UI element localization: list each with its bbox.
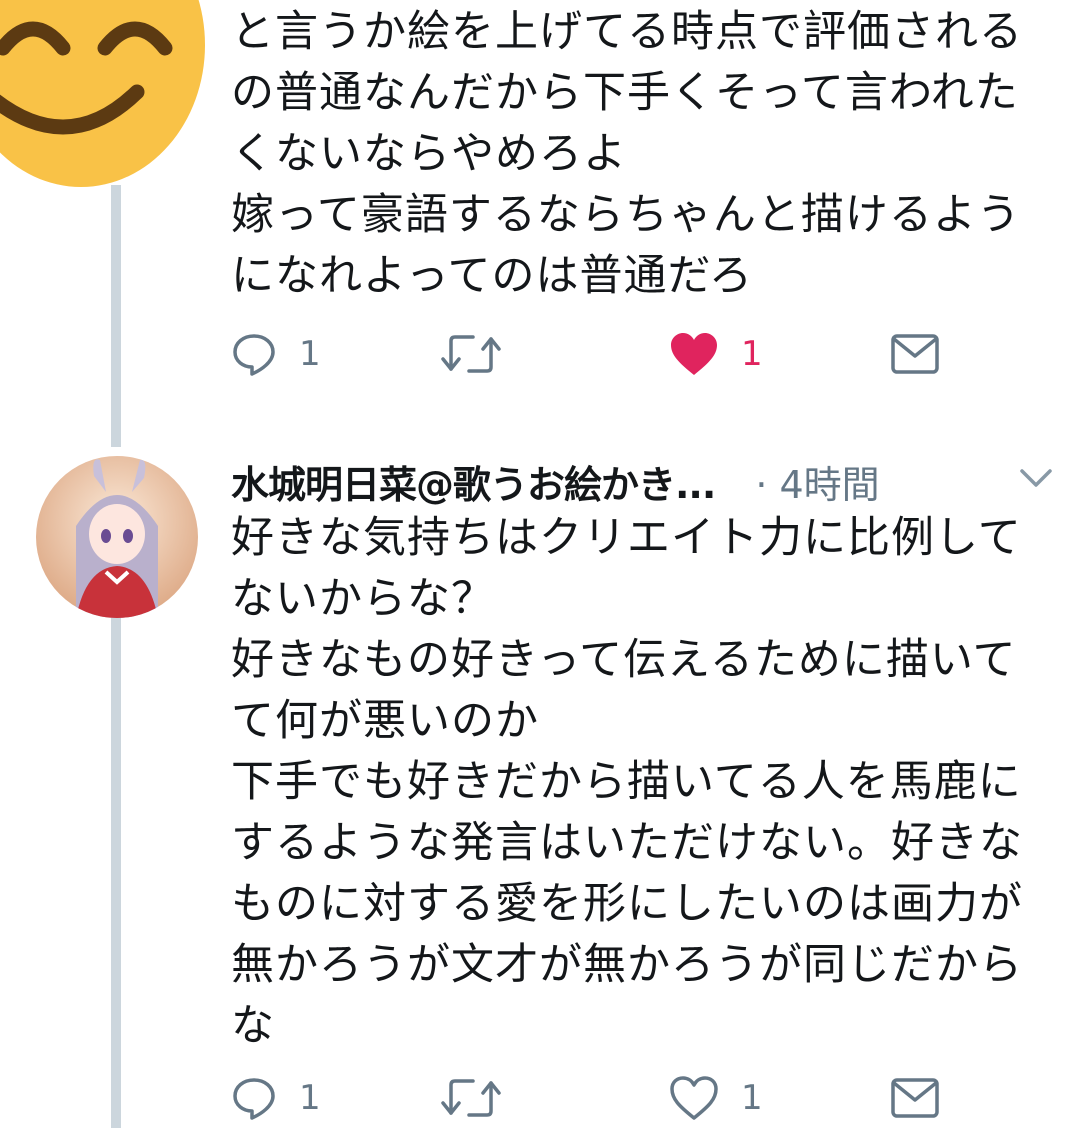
chevron-down-icon[interactable] bbox=[1019, 466, 1053, 490]
tweet-actions: 1 1 bbox=[231, 1068, 1031, 1128]
retweet-button[interactable] bbox=[441, 324, 501, 384]
reply-icon bbox=[231, 1075, 277, 1121]
tweet-text: と言うか絵を上げてる時点で評価される の普通なんだから下手くそって言われた くな… bbox=[231, 7, 1023, 301]
retweet-icon bbox=[441, 1075, 501, 1121]
smiling-emoji-icon[interactable] bbox=[0, 0, 207, 190]
direct-message-button[interactable] bbox=[891, 1068, 939, 1128]
reply-button[interactable]: 1 bbox=[231, 1068, 321, 1128]
avatar[interactable] bbox=[36, 456, 198, 618]
thread-line bbox=[111, 615, 121, 1128]
reply-icon bbox=[231, 331, 277, 377]
like-button[interactable]: 1 bbox=[669, 324, 763, 384]
retweet-icon bbox=[441, 331, 501, 377]
like-count: 1 bbox=[741, 1078, 763, 1118]
tweet-actions: 1 1 bbox=[231, 324, 1031, 384]
envelope-icon bbox=[891, 334, 939, 374]
retweet-button[interactable] bbox=[441, 1068, 501, 1128]
heart-icon bbox=[669, 331, 719, 377]
tweet-header: 水城明日菜@歌うお絵かき... · 4時間 bbox=[231, 452, 1061, 510]
timestamp[interactable]: · 4時間 bbox=[755, 454, 879, 509]
envelope-icon bbox=[891, 1078, 939, 1118]
heart-outline-icon bbox=[669, 1075, 719, 1121]
like-count: 1 bbox=[741, 334, 763, 374]
direct-message-button[interactable] bbox=[891, 324, 939, 384]
reply-count: 1 bbox=[299, 334, 321, 374]
like-button[interactable]: 1 bbox=[669, 1068, 763, 1128]
display-name[interactable]: 水城明日菜@歌うお絵かき... bbox=[231, 454, 716, 509]
reply-count: 1 bbox=[299, 1078, 321, 1118]
thread-line bbox=[111, 185, 121, 447]
tweet-text: 好きな気持ちはクリエイト力に比例して ないからな？ 好きなもの好きって伝えるため… bbox=[231, 513, 1023, 1051]
reply-button[interactable]: 1 bbox=[231, 324, 321, 384]
